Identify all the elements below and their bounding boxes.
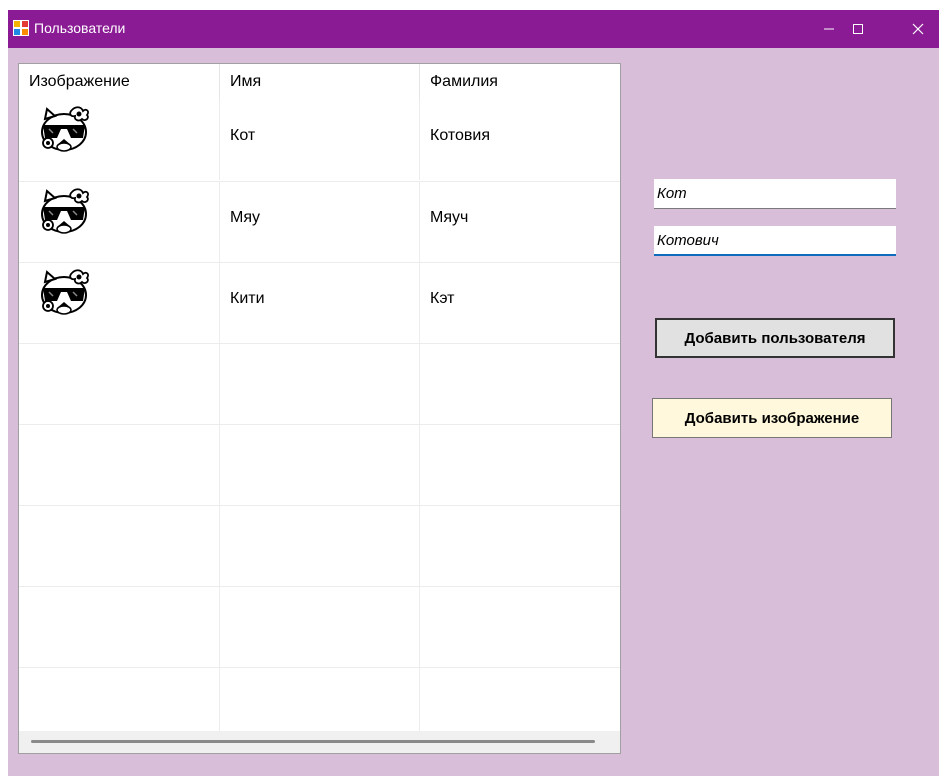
cat-sunglasses-icon <box>41 188 89 234</box>
users-grid[interactable]: Изображение Имя Фамилия Кот Котовия Мяу … <box>18 63 621 754</box>
image-cell[interactable] <box>19 100 220 180</box>
users-window: Пользователи Изображение Имя Фамилия Кот… <box>8 10 939 776</box>
table-row[interactable] <box>19 586 620 667</box>
cat-sunglasses-icon <box>41 106 89 152</box>
first-name-cell[interactable]: Мяу <box>220 182 420 262</box>
first-name-text: Кити <box>230 290 265 307</box>
column-header-image[interactable]: Изображение <box>19 64 220 100</box>
image-cell[interactable] <box>19 425 220 505</box>
table-row[interactable]: Кити Кэт <box>19 262 620 343</box>
image-cell[interactable] <box>19 263 220 343</box>
grid-header: Изображение Имя Фамилия <box>19 64 620 100</box>
window-title: Пользователи <box>34 20 126 36</box>
first-name-text: Мяу <box>230 209 260 226</box>
horizontal-scrollbar[interactable] <box>19 731 620 753</box>
table-row[interactable] <box>19 343 620 424</box>
first-name-cell[interactable] <box>220 425 420 505</box>
maximize-icon <box>853 24 863 34</box>
first-name-text: Кот <box>230 127 256 144</box>
column-header-last-name[interactable]: Фамилия <box>420 64 620 100</box>
column-header-first-name[interactable]: Имя <box>220 64 420 100</box>
title-bar: Пользователи <box>8 10 939 48</box>
first-name-input[interactable] <box>654 179 896 209</box>
last-name-cell[interactable] <box>420 425 620 505</box>
image-cell[interactable] <box>19 506 220 586</box>
clipped-background-text <box>0 0 939 10</box>
add-user-button[interactable]: Добавить пользователя <box>655 318 895 358</box>
cat-sunglasses-icon <box>41 269 89 315</box>
table-row[interactable] <box>19 424 620 505</box>
first-name-cell[interactable]: Кот <box>220 100 420 180</box>
app-icon <box>13 20 29 36</box>
table-row[interactable]: Кот Котовия <box>19 100 620 181</box>
image-cell[interactable] <box>19 182 220 262</box>
last-name-cell[interactable] <box>420 344 620 424</box>
minimize-icon <box>824 28 834 30</box>
last-name-cell[interactable] <box>420 506 620 586</box>
last-name-text: Котовия <box>430 127 491 144</box>
add-image-button[interactable]: Добавить изображение <box>652 398 892 438</box>
first-name-cell[interactable] <box>220 587 420 667</box>
first-name-cell[interactable] <box>220 506 420 586</box>
last-name-cell[interactable] <box>420 587 620 667</box>
last-name-input[interactable] <box>654 226 896 256</box>
last-name-text: Мяуч <box>430 209 469 226</box>
last-name-text: Кэт <box>430 290 455 307</box>
table-row[interactable]: Мяу Мяуч <box>19 181 620 262</box>
maximize-button[interactable] <box>835 10 881 48</box>
last-name-cell[interactable]: Котовия <box>420 100 620 180</box>
close-button[interactable] <box>895 10 939 48</box>
first-name-cell[interactable]: Кити <box>220 263 420 343</box>
scrollbar-thumb[interactable] <box>31 740 595 743</box>
close-icon <box>912 23 924 35</box>
image-cell[interactable] <box>19 344 220 424</box>
last-name-cell[interactable]: Мяуч <box>420 182 620 262</box>
last-name-cell[interactable]: Кэт <box>420 263 620 343</box>
image-cell[interactable] <box>19 587 220 667</box>
table-row[interactable] <box>19 505 620 586</box>
first-name-cell[interactable] <box>220 344 420 424</box>
